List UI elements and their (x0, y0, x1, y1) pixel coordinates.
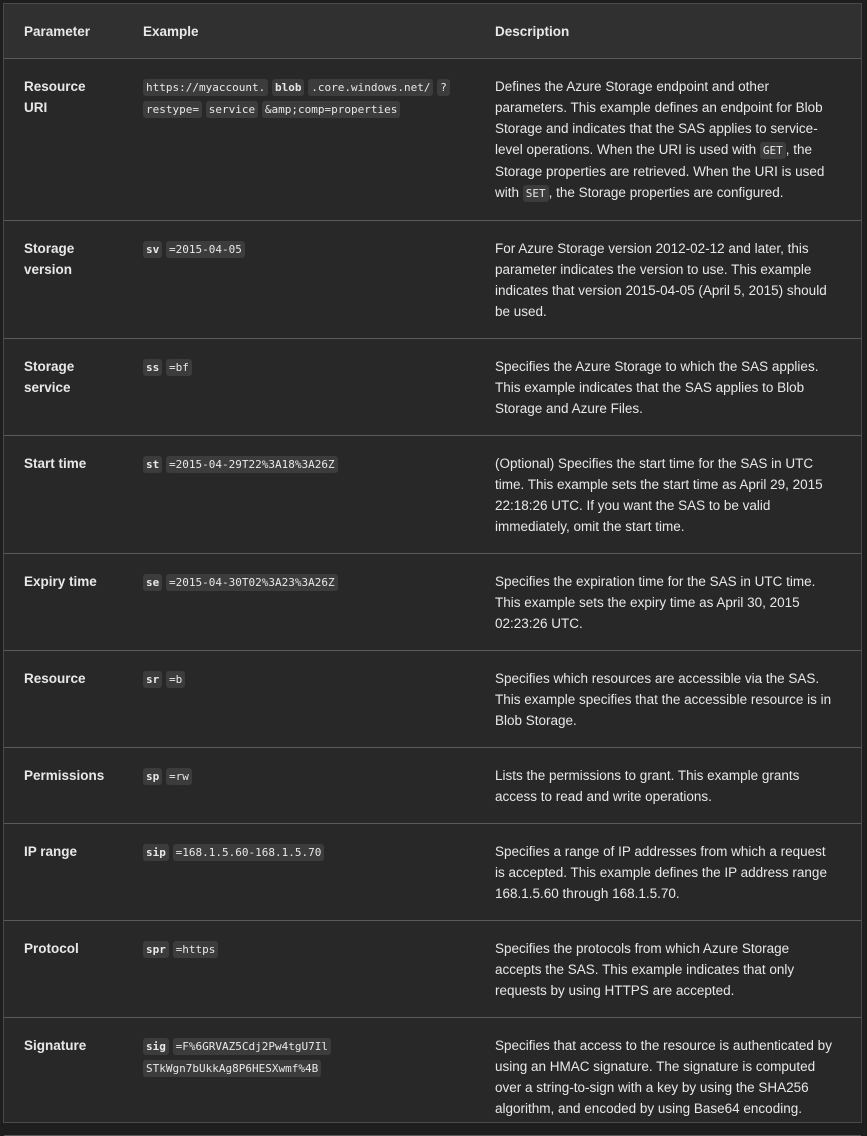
example-code: restype= (143, 101, 202, 118)
table-row: Permissions sp =rw Lists the permissions… (4, 747, 861, 824)
example-cell: se =2015-04-30T02%3A23%3A26Z (123, 553, 475, 651)
table-row: Expiry time se =2015-04-30T02%3A23%3A26Z… (4, 553, 861, 651)
table-row: Signature sig =F%6GRVAZ5Cdj2Pw4tgU7Il STk… (4, 1017, 861, 1136)
table-row: Start time st =2015-04-29T22%3A18%3A26Z … (4, 435, 861, 554)
example-cell: sv =2015-04-05 (123, 220, 475, 339)
example-code-value: =2015-04-29T22%3A18%3A26Z (166, 456, 338, 473)
example-cell: sip =168.1.5.60-168.1.5.70 (123, 823, 475, 921)
example-cell: sig =F%6GRVAZ5Cdj2Pw4tgU7Il STkWgn7bUkkAg… (123, 1017, 475, 1136)
table-row: Resource URI https://myaccount. blob .co… (4, 58, 861, 221)
example-cell: st =2015-04-29T22%3A18%3A26Z (123, 435, 475, 554)
example-code-key: spr (143, 941, 169, 958)
param-description: Specifies which resources are accessible… (475, 650, 861, 748)
example-code: service (205, 101, 259, 118)
example-code: https://myaccount. (143, 79, 269, 96)
table-row: IP range sip =168.1.5.60-168.1.5.70 Spec… (4, 823, 861, 921)
example-code-key: se (143, 574, 163, 591)
example-code-key: sp (143, 768, 163, 785)
header-description: Description (475, 4, 861, 59)
inline-code-get: GET (759, 142, 786, 159)
param-description: Lists the permissions to grant. This exa… (475, 747, 861, 824)
sas-parameter-table: Parameter Example Description Resource U… (4, 4, 861, 1136)
table-row: Resource sr =b Specifies which resources… (4, 650, 861, 748)
example-code-key: sip (143, 844, 169, 861)
example-cell: ss =bf (123, 338, 475, 436)
table-row: Protocol spr =https Specifies the protoc… (4, 920, 861, 1018)
param-description: For Azure Storage version 2012-02-12 and… (475, 220, 861, 339)
parameter-table-container: Parameter Example Description Resource U… (3, 3, 862, 1136)
table-row: Storage version sv =2015-04-05 For Azure… (4, 220, 861, 339)
param-description: (Optional) Specifies the start time for … (475, 435, 861, 554)
example-code-value: =2015-04-30T02%3A23%3A26Z (166, 574, 338, 591)
example-code-value: =168.1.5.60-168.1.5.70 (172, 844, 325, 861)
table-header-row: Parameter Example Description (4, 4, 861, 59)
table-row: Storage service ss =bf Specifies the Azu… (4, 338, 861, 436)
param-name: Start time (4, 435, 123, 554)
param-name: IP range (4, 823, 123, 921)
param-description: Specifies the Azure Storage to which the… (475, 338, 861, 436)
example-code-value: =2015-04-05 (166, 241, 245, 258)
header-parameter: Parameter (4, 4, 123, 59)
example-code-key: sig (143, 1038, 169, 1055)
param-description: Specifies that access to the resource is… (475, 1017, 861, 1136)
example-code-key: ss (143, 359, 163, 376)
example-cell: sr =b (123, 650, 475, 748)
param-name: Storage service (4, 338, 123, 436)
example-code-key: blob (271, 79, 305, 96)
param-name: Resource URI (4, 58, 123, 221)
example-code-value: =https (172, 941, 219, 958)
description-text: , the Storage properties are configured. (548, 185, 784, 200)
param-description: Defines the Azure Storage endpoint and o… (475, 58, 861, 221)
param-name: Signature (4, 1017, 123, 1136)
example-code-key: st (143, 456, 163, 473)
example-cell: spr =https (123, 920, 475, 1018)
header-example: Example (123, 4, 475, 59)
example-code-key: sv (143, 241, 163, 258)
param-name: Storage version (4, 220, 123, 339)
example-code-key: sr (143, 671, 163, 688)
example-cell: sp =rw (123, 747, 475, 824)
example-code-value: =rw (166, 768, 192, 785)
param-name: Protocol (4, 920, 123, 1018)
example-code-value: STkWgn7bUkkAg8P6HESXwmf%4B (143, 1060, 322, 1077)
param-description: Specifies the expiration time for the SA… (475, 553, 861, 651)
param-name: Resource (4, 650, 123, 748)
example-code-value: =F%6GRVAZ5Cdj2Pw4tgU7Il (172, 1038, 331, 1055)
example-code-value: =b (166, 671, 186, 688)
param-description: Specifies a range of IP addresses from w… (475, 823, 861, 921)
example-code: .core.windows.net/ (308, 79, 434, 96)
param-name: Permissions (4, 747, 123, 824)
example-code: &amp;comp=properties (261, 101, 401, 118)
example-code-value: =bf (166, 359, 192, 376)
param-description: Specifies the protocols from which Azure… (475, 920, 861, 1018)
inline-code-set: SET (522, 185, 549, 202)
param-name: Expiry time (4, 553, 123, 651)
example-code: ? (437, 79, 450, 96)
example-cell: https://myaccount. blob .core.windows.ne… (123, 58, 475, 221)
